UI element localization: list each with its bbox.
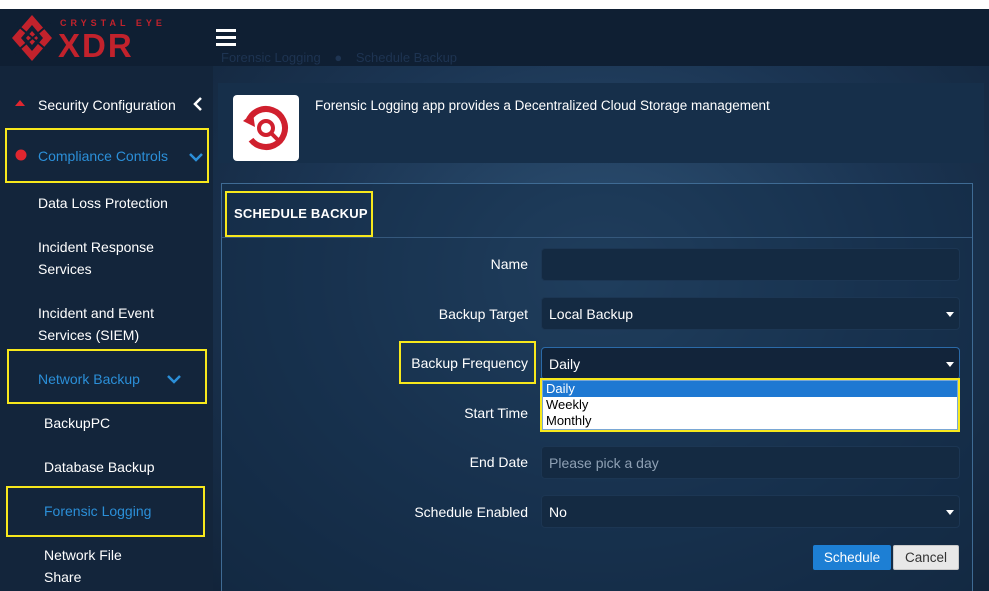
chevron-down-icon[interactable] bbox=[167, 375, 181, 384]
sidebar-item-security-configuration[interactable]: Security Configuration bbox=[38, 97, 176, 113]
sidebar-item-backuppc[interactable]: BackupPC bbox=[44, 415, 110, 431]
breadcrumb-separator-icon: ● bbox=[334, 50, 343, 65]
sidebar: Security Configuration Compliance Contro… bbox=[0, 66, 213, 591]
panel-title: SCHEDULE BACKUP bbox=[234, 206, 368, 221]
name-field[interactable] bbox=[541, 248, 960, 281]
chevron-left-icon[interactable] bbox=[193, 97, 203, 111]
caret-up-icon bbox=[15, 100, 25, 106]
logo-mark-icon bbox=[12, 15, 52, 61]
backup-target-select[interactable]: Local Backup bbox=[541, 297, 960, 330]
sidebar-item-siem-line1[interactable]: Incident and Event bbox=[38, 305, 154, 321]
sidebar-item-network-file-share-line2[interactable]: Share bbox=[44, 569, 81, 585]
breadcrumb-parent[interactable]: Forensic Logging bbox=[221, 50, 321, 65]
breadcrumb: Forensic Logging ● Schedule Backup bbox=[221, 50, 457, 65]
sidebar-item-siem-line2[interactable]: Services (SIEM) bbox=[38, 327, 139, 343]
backup-target-label: Backup Target bbox=[438, 306, 528, 322]
schedule-button[interactable]: Schedule bbox=[813, 545, 891, 570]
name-input[interactable] bbox=[549, 249, 959, 281]
backup-frequency-select[interactable]: Daily bbox=[541, 347, 960, 380]
app-description: Forensic Logging app provides a Decentra… bbox=[315, 98, 770, 113]
sidebar-item-forensic-logging[interactable]: Forensic Logging bbox=[44, 503, 151, 519]
breadcrumb-current: Schedule Backup bbox=[355, 50, 458, 65]
top-bar: CRYSTAL EYE XDR bbox=[0, 9, 989, 66]
name-label: Name bbox=[490, 256, 528, 272]
sidebar-item-compliance-controls[interactable]: Compliance Controls bbox=[38, 148, 168, 164]
forensic-logging-app-icon bbox=[233, 95, 299, 161]
main-content: Forensic Logging ● Schedule Backup Foren… bbox=[213, 50, 989, 591]
sidebar-item-network-file-share-line1[interactable]: Network File bbox=[44, 547, 122, 563]
sidebar-item-data-loss-protection[interactable]: Data Loss Protection bbox=[38, 195, 168, 211]
sidebar-item-incident-response-line1[interactable]: Incident Response bbox=[38, 239, 154, 255]
crystal-eye-logo[interactable]: CRYSTAL EYE XDR bbox=[12, 12, 182, 64]
cancel-button[interactable]: Cancel bbox=[893, 545, 959, 570]
chevron-down-icon[interactable] bbox=[189, 153, 203, 162]
end-date-input[interactable] bbox=[549, 447, 959, 479]
sidebar-item-network-backup[interactable]: Network Backup bbox=[38, 371, 140, 387]
compliance-icon bbox=[15, 149, 27, 161]
end-date-field[interactable] bbox=[541, 446, 960, 479]
sidebar-item-database-backup[interactable]: Database Backup bbox=[44, 459, 155, 475]
start-time-label: Start Time bbox=[464, 405, 528, 421]
schedule-enabled-select[interactable]: No bbox=[541, 495, 960, 528]
logo-text-main: XDR bbox=[58, 27, 134, 64]
backup-frequency-label: Backup Frequency bbox=[411, 355, 528, 371]
panel-header: SCHEDULE BACKUP bbox=[222, 184, 972, 238]
end-date-label: End Date bbox=[469, 454, 528, 470]
app-header: Forensic Logging app provides a Decentra… bbox=[218, 83, 984, 163]
sidebar-item-incident-response-line2[interactable]: Services bbox=[38, 261, 92, 277]
schedule-enabled-label: Schedule Enabled bbox=[414, 504, 528, 520]
hamburger-menu-icon[interactable] bbox=[216, 29, 236, 46]
highlight-box-frequency-options bbox=[540, 378, 960, 432]
